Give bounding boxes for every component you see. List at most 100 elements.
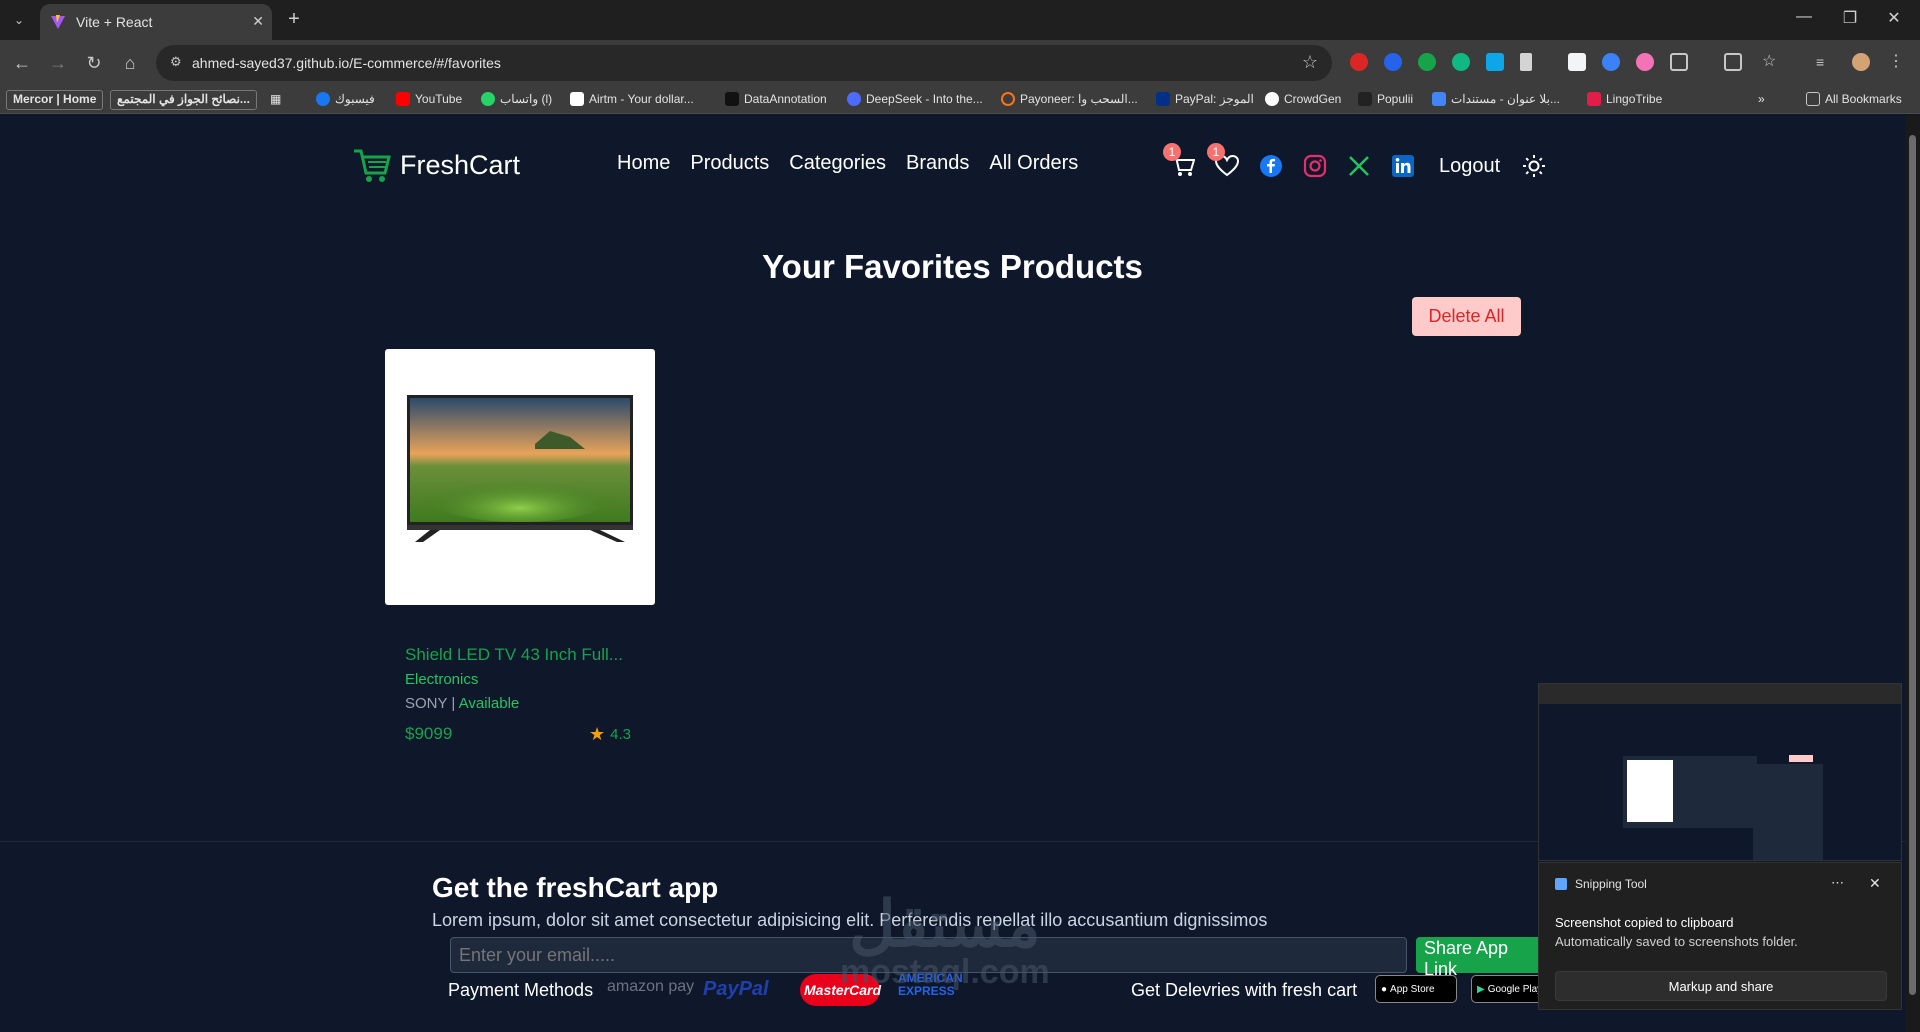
- watermark: مستقل mostaql.com: [840, 892, 1050, 991]
- product-name[interactable]: Shield LED TV 43 Inch Full...: [405, 645, 623, 665]
- bookmark-label: Payoneer: السحب وا...: [1020, 92, 1138, 106]
- sun-icon: [1523, 155, 1546, 177]
- bookmark-lingotribe[interactable]: LingoTribe: [1587, 92, 1662, 106]
- share-app-link-button[interactable]: Share App Link: [1416, 937, 1546, 979]
- extension-icon[interactable]: [1486, 53, 1504, 71]
- extension-icon[interactable]: [1452, 53, 1470, 71]
- x-link[interactable]: [1339, 151, 1379, 181]
- extension-icon[interactable]: [1384, 53, 1402, 71]
- toast-header: Snipping Tool: [1555, 877, 1647, 891]
- extension-icon[interactable]: [1602, 53, 1620, 71]
- minimize-icon[interactable]: —: [1784, 8, 1824, 26]
- watermark-latin: mostaql.com: [840, 953, 1050, 991]
- bookmark-populii[interactable]: Populii: [1358, 92, 1413, 106]
- product-image[interactable]: [385, 349, 655, 605]
- instagram-link[interactable]: [1295, 151, 1335, 181]
- pen-icon[interactable]: [1520, 53, 1532, 71]
- youtube-icon: [396, 92, 410, 106]
- close-window-icon[interactable]: ✕: [1874, 8, 1914, 28]
- bookmark-payoneer[interactable]: Payoneer: السحب وا...: [1001, 92, 1138, 106]
- product-brand: SONY: [405, 695, 448, 712]
- bookmark-label: Mercor | Home: [13, 92, 97, 106]
- facebook-icon: [316, 92, 330, 106]
- product-brand-line: SONY | Available: [405, 695, 519, 712]
- close-toast-icon[interactable]: ✕: [1869, 875, 1881, 892]
- paypal-icon: [1156, 92, 1170, 106]
- bookmark-mercor[interactable]: Mercor | Home: [6, 90, 104, 110]
- page-scrollbar[interactable]: [1905, 115, 1920, 1032]
- bookmark-deepseek[interactable]: DeepSeek - Into the...: [847, 92, 983, 106]
- more-bookmarks-icon[interactable]: »: [1758, 92, 1765, 106]
- site-info-icon[interactable]: ⚙: [170, 54, 188, 72]
- media-icon[interactable]: ≡: [1816, 53, 1834, 71]
- lingotribe-icon: [1587, 92, 1601, 106]
- facebook-link[interactable]: [1251, 151, 1291, 181]
- theme-toggle[interactable]: [1514, 151, 1554, 181]
- nav-categories[interactable]: Categories: [789, 152, 886, 175]
- bookmark-whatsapp[interactable]: واتساب (l): [481, 92, 552, 106]
- extension-icon[interactable]: [1568, 53, 1586, 71]
- bookmark-label: Populii: [1377, 92, 1414, 106]
- bookmark-label: CrowdGen: [1284, 92, 1342, 106]
- bookmark-star-icon[interactable]: ☆: [1302, 52, 1318, 73]
- bookmark-arabic-1[interactable]: نصائح الجواز في المجتمع...: [110, 90, 257, 110]
- bookmark-label: فيسبوك: [335, 92, 375, 106]
- bookmark-dataannotation[interactable]: DataAnnotation: [725, 92, 827, 106]
- cart-button[interactable]: 1: [1163, 143, 1203, 181]
- bookmark-paypal[interactable]: PayPal: الموجز: [1156, 92, 1254, 106]
- brand-logo[interactable]: FreshCart: [352, 145, 520, 185]
- bookmark-label: DeepSeek - Into the...: [866, 92, 983, 106]
- toast-app-name: Snipping Tool: [1575, 877, 1647, 891]
- browser-tab[interactable]: Vite + React ✕: [40, 4, 272, 40]
- close-tab-icon[interactable]: ✕: [252, 13, 264, 30]
- screenshot-preview[interactable]: [1538, 683, 1902, 861]
- browser-toolbar: ← → ↻ ⌂ ⚙ ahmed-sayed37.github.io/E-comm…: [0, 40, 1920, 86]
- url-text[interactable]: ahmed-sayed37.github.io/E-commerce/#/fav…: [192, 55, 501, 71]
- scrollbar-thumb[interactable]: [1909, 135, 1916, 995]
- restore-icon[interactable]: ❐: [1830, 8, 1870, 28]
- bookmark-docs[interactable]: بلا عنوان - مستندات...: [1432, 92, 1560, 106]
- tab-search-button[interactable]: ⌄: [6, 8, 32, 32]
- tv-image: [407, 395, 633, 542]
- extension-icon[interactable]: [1636, 53, 1654, 71]
- bookmark-crowdgen[interactable]: CrowdGen: [1265, 92, 1341, 106]
- all-bookmarks[interactable]: All Bookmarks: [1806, 92, 1902, 106]
- app-store-badge[interactable]: ● App Store: [1375, 975, 1457, 1003]
- folder-icon: [1806, 92, 1820, 106]
- favorites-icon[interactable]: ☆: [1762, 53, 1780, 71]
- bookmark-youtube[interactable]: YouTube: [396, 92, 462, 106]
- bookmark-facebook[interactable]: فيسبوك: [316, 92, 375, 106]
- reload-icon[interactable]: ↻: [82, 51, 106, 75]
- grammarly-icon[interactable]: [1418, 53, 1436, 71]
- address-bar[interactable]: ⚙ ahmed-sayed37.github.io/E-commerce/#/f…: [156, 45, 1332, 81]
- nav-all-orders[interactable]: All Orders: [989, 152, 1078, 175]
- linkedin-link[interactable]: [1383, 151, 1423, 181]
- delete-all-button[interactable]: Delete All: [1412, 297, 1521, 336]
- star-icon: ★: [589, 724, 606, 744]
- bookmark-airtm[interactable]: Airtm - Your dollar...: [570, 92, 694, 106]
- back-icon[interactable]: ←: [10, 51, 34, 75]
- docs-icon: [1432, 92, 1446, 106]
- markup-and-share-button[interactable]: Markup and share: [1555, 971, 1887, 1001]
- logout-link[interactable]: Logout: [1439, 155, 1500, 178]
- paypal-logo: PayPal: [703, 978, 769, 1000]
- apps-icon[interactable]: ▦: [270, 92, 281, 106]
- nav-products[interactable]: Products: [690, 152, 769, 175]
- nav-brands[interactable]: Brands: [906, 152, 969, 175]
- nav-home[interactable]: Home: [617, 152, 670, 175]
- forward-icon[interactable]: →: [46, 51, 70, 75]
- wishlist-count-badge: 1: [1207, 143, 1225, 161]
- menu-icon[interactable]: ⋮: [1888, 53, 1906, 71]
- footer-title: Get the freshCart app: [432, 872, 719, 903]
- brand-separator: |: [447, 695, 459, 712]
- new-tab-button[interactable]: +: [282, 8, 306, 31]
- profile-avatar[interactable]: [1852, 53, 1870, 71]
- home-icon[interactable]: ⌂: [118, 51, 142, 75]
- extension-icon[interactable]: [1350, 53, 1368, 71]
- x-icon: [1349, 156, 1369, 176]
- sidepanel-icon[interactable]: [1724, 53, 1742, 71]
- product-card[interactable]: Shield LED TV 43 Inch Full... Electronic…: [385, 349, 655, 777]
- puzzle-icon[interactable]: [1670, 53, 1688, 71]
- wishlist-button[interactable]: 1: [1207, 143, 1247, 181]
- more-options-icon[interactable]: ⋯: [1831, 875, 1844, 891]
